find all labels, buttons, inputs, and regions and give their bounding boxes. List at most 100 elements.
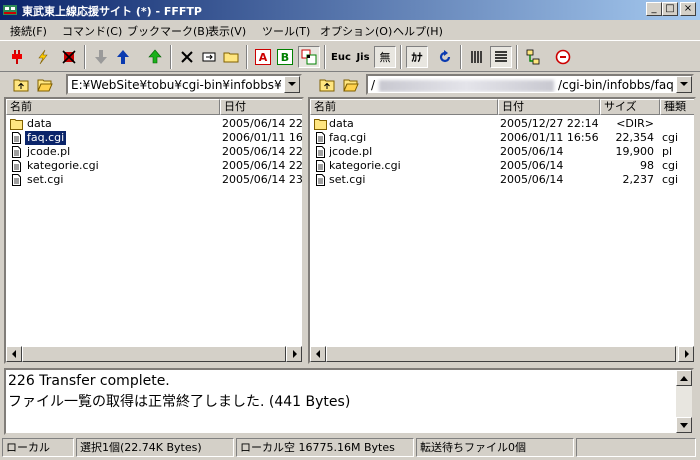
remote-col-size-header[interactable]: サイズ	[600, 99, 660, 115]
local-col-date-header[interactable]: 日付	[220, 99, 302, 115]
status-bar: ローカル 選択1個(22.74K Bytes) ローカル空 16775.16M …	[0, 437, 700, 460]
local-col-name-header[interactable]: 名前	[6, 99, 220, 115]
jis-button[interactable]: Jis	[352, 46, 374, 68]
local-up-button[interactable]	[10, 74, 32, 96]
remote-file-row[interactable]: kategorie.cgi 2005/06/14 98 cgi	[310, 159, 694, 173]
scroll-up-button[interactable]	[676, 370, 692, 386]
rename-icon	[202, 52, 216, 62]
local-file-row[interactable]: set.cgi 2005/06/14 23:	[6, 173, 302, 187]
remote-col-date-header[interactable]: 日付	[498, 99, 600, 115]
toolbar-separator	[460, 45, 462, 69]
local-path-dropdown-button[interactable]	[284, 76, 300, 93]
menu-bar: 接続(F) コマンド(C) ブックマーク(B) 表示(V) ツール(T) オプシ…	[0, 20, 700, 40]
file-icon	[12, 146, 21, 158]
local-path-combo[interactable]: E:¥WebSite¥tobu¥cgi-bin¥infobbs¥faq	[66, 74, 302, 95]
file-date: 2005/12/27 22:14	[500, 117, 599, 130]
menu-tools[interactable]: ツール(T)	[262, 23, 310, 39]
message-log[interactable]: 226 Transfer complete. ファイル一覧の取得は正常終了しまし…	[4, 368, 694, 435]
menu-bookmark[interactable]: ブックマーク(B)	[127, 23, 209, 39]
euc-button[interactable]: Euc	[330, 46, 352, 68]
scroll-right-button[interactable]	[286, 346, 302, 362]
file-icon	[12, 132, 21, 144]
status-empty	[576, 438, 696, 457]
remote-file-row[interactable]: data 2005/12/27 22:14 <DIR>	[310, 117, 694, 131]
menu-connect[interactable]: 接続(F)	[10, 23, 47, 39]
remote-hscroll-thumb[interactable]	[326, 346, 676, 362]
remote-col-name-header[interactable]: 名前	[310, 99, 498, 115]
local-file-row[interactable]: kategorie.cgi 2005/06/14 22:	[6, 159, 302, 173]
menu-help[interactable]: ヘルプ(H)	[393, 23, 443, 39]
mkdir-button[interactable]	[220, 46, 242, 68]
local-path-text: E:¥WebSite¥tobu¥cgi-bin¥infobbs¥faq	[71, 78, 282, 92]
rename-button[interactable]	[198, 46, 220, 68]
log-line: 226 Transfer complete.	[8, 373, 170, 389]
scroll-right-button[interactable]	[678, 346, 694, 362]
no-convert-icon: 無	[379, 51, 391, 64]
file-date: 2005/06/14	[500, 173, 564, 186]
status-free-space: ローカル空 16775.16M Bytes	[236, 438, 414, 457]
remote-file-row[interactable]: set.cgi 2005/06/14 2,237 cgi	[310, 173, 694, 187]
list-view-button[interactable]	[466, 46, 488, 68]
delete-icon	[181, 51, 193, 63]
local-hscrollbar[interactable]	[6, 346, 302, 362]
menu-view[interactable]: 表示(V)	[208, 23, 246, 39]
stop-button[interactable]	[552, 46, 574, 68]
binary-mode-button[interactable]: B	[274, 46, 296, 68]
kana-convert-button[interactable]: ｶﾅ	[406, 46, 428, 68]
quick-connect-button[interactable]	[32, 46, 54, 68]
ascii-mode-icon: A	[255, 49, 271, 65]
remote-up-button[interactable]	[316, 74, 338, 96]
download-button[interactable]	[90, 46, 112, 68]
menu-command[interactable]: コマンド(C)	[62, 23, 122, 39]
download-icon	[95, 50, 107, 64]
refresh-button[interactable]	[434, 46, 456, 68]
disconnect-icon	[62, 50, 76, 64]
minimize-button[interactable]: _	[646, 2, 662, 16]
remote-file-row[interactable]: faq.cgi 2006/01/11 16:56 22,354 cgi	[310, 131, 694, 145]
remote-hscrollbar[interactable]	[310, 346, 694, 362]
kana-convert-icon: ｶﾅ	[411, 51, 423, 64]
disconnect-button[interactable]	[58, 46, 80, 68]
local-file-row[interactable]: jcode.pl 2005/06/14 22:	[6, 145, 302, 159]
chevron-down-icon	[680, 82, 688, 86]
file-size: <DIR>	[616, 117, 654, 130]
local-open-folder-button[interactable]	[34, 74, 56, 96]
local-file-row[interactable]: data 2005/06/14 22:	[6, 117, 302, 131]
scroll-left-button[interactable]	[310, 346, 326, 362]
chevron-right-icon	[292, 350, 297, 358]
detail-view-icon	[495, 51, 507, 62]
remote-path-dropdown-button[interactable]	[676, 76, 692, 93]
local-file-row[interactable]: faq.cgi 2006/01/11 16:	[6, 131, 302, 145]
euc-icon: Euc	[331, 51, 351, 63]
close-button[interactable]: ×	[680, 2, 696, 16]
file-name: kategorie.cgi	[329, 159, 401, 172]
ascii-mode-button[interactable]: A	[252, 46, 274, 68]
sync-button[interactable]	[522, 46, 544, 68]
no-convert-button[interactable]: 無	[374, 46, 396, 68]
mirror-upload-button[interactable]	[144, 46, 166, 68]
auto-mode-button[interactable]	[298, 46, 320, 68]
maximize-button[interactable]: □	[662, 2, 678, 16]
local-hscroll-thumb[interactable]	[22, 346, 286, 362]
toolbar: A B Euc Jis 無 ｶﾅ	[0, 40, 700, 72]
remote-file-list[interactable]: 名前 日付 サイズ 種類 data 2005/12/27 22:14 <DIR> fa…	[308, 97, 696, 364]
upload-icon	[117, 50, 129, 64]
local-file-list[interactable]: 名前 日付 data 2005/06/14 22: faq.cgi 2006/01/1…	[4, 97, 304, 364]
chevron-down-icon	[288, 82, 296, 86]
scroll-down-button[interactable]	[676, 417, 692, 433]
remote-col-type-header[interactable]: 種類	[660, 99, 694, 115]
connect-button[interactable]	[6, 46, 28, 68]
file-type: pl	[662, 145, 673, 158]
delete-button[interactable]	[176, 46, 198, 68]
remote-path-display: / /cgi-bin/infobbs/faq	[371, 78, 674, 92]
remote-open-folder-button[interactable]	[340, 74, 362, 96]
remote-file-row[interactable]: jcode.pl 2005/06/14 19,900 pl	[310, 145, 694, 159]
folder-up-icon	[319, 79, 335, 92]
menu-options[interactable]: オプション(O)	[320, 23, 392, 39]
file-icon	[12, 160, 21, 172]
upload-button[interactable]	[112, 46, 134, 68]
scroll-left-button[interactable]	[6, 346, 22, 362]
detail-view-button[interactable]	[490, 46, 512, 68]
log-vscrollbar[interactable]	[676, 370, 692, 433]
remote-path-combo[interactable]: / /cgi-bin/infobbs/faq	[366, 74, 694, 95]
